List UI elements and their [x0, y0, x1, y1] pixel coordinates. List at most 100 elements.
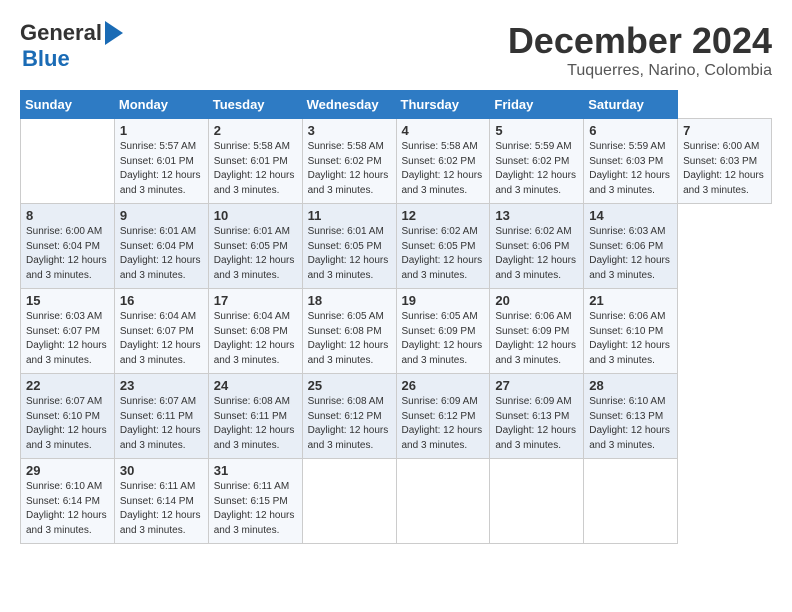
day-info: Sunrise: 6:10 AM Sunset: 6:13 PM Dayligh…: [589, 395, 672, 453]
calendar-cell: 9Sunrise: 6:01 AM Sunset: 6:04 PM Daylig…: [114, 204, 208, 289]
calendar-cell: 5 Sunrise: 5:59 AM Sunset: 6:02 PM Daylig…: [490, 119, 584, 204]
calendar-week-row: 15 Sunrise: 6:03 AM Sunset: 6:07 PM Dayli…: [21, 289, 772, 374]
day-number: 4: [402, 123, 485, 138]
day-number: 26: [402, 378, 485, 393]
location-title: Tuquerres, Narino, Colombia: [508, 62, 772, 80]
calendar-cell: 15 Sunrise: 6:03 AM Sunset: 6:07 PM Dayli…: [21, 289, 115, 374]
day-info: Sunrise: 6:04 AM Sunset: 6:07 PM Dayligh…: [120, 310, 203, 368]
calendar-cell: 23 Sunrise: 6:07 AM Sunset: 6:11 PM Dayli…: [114, 374, 208, 459]
day-number: 13: [495, 208, 578, 223]
day-number: 1: [120, 123, 203, 138]
calendar-cell: 7 Sunrise: 6:00 AM Sunset: 6:03 PM Daylig…: [678, 119, 772, 204]
day-info: Sunrise: 6:01 AM Sunset: 6:05 PM Dayligh…: [214, 225, 297, 283]
day-info: Sunrise: 6:05 AM Sunset: 6:09 PM Dayligh…: [402, 310, 485, 368]
calendar-cell: 1Sunrise: 5:57 AM Sunset: 6:01 PM Daylig…: [114, 119, 208, 204]
calendar-cell: 18Sunrise: 6:05 AM Sunset: 6:08 PM Dayli…: [302, 289, 396, 374]
day-number: 17: [214, 293, 297, 308]
day-info: Sunrise: 6:11 AM Sunset: 6:15 PM Dayligh…: [214, 480, 297, 538]
calendar-table: SundayMondayTuesdayWednesdayThursdayFrid…: [20, 90, 772, 544]
day-info: Sunrise: 6:06 AM Sunset: 6:10 PM Dayligh…: [589, 310, 672, 368]
calendar-cell: 11 Sunrise: 6:01 AM Sunset: 6:05 PM Dayli…: [302, 204, 396, 289]
calendar-cell: 21 Sunrise: 6:06 AM Sunset: 6:10 PM Dayli…: [584, 289, 678, 374]
day-number: 9: [120, 208, 203, 223]
day-info: Sunrise: 6:06 AM Sunset: 6:09 PM Dayligh…: [495, 310, 578, 368]
calendar-cell: 24 Sunrise: 6:08 AM Sunset: 6:11 PM Dayli…: [208, 374, 302, 459]
day-number: 16: [120, 293, 203, 308]
header-sunday: Sunday: [21, 91, 115, 119]
month-title: December 2024: [508, 20, 772, 62]
day-info: Sunrise: 5:59 AM Sunset: 6:03 PM Dayligh…: [589, 140, 672, 198]
day-number: 19: [402, 293, 485, 308]
day-number: 22: [26, 378, 109, 393]
header-monday: Monday: [114, 91, 208, 119]
header-thursday: Thursday: [396, 91, 490, 119]
day-number: 24: [214, 378, 297, 393]
day-number: 14: [589, 208, 672, 223]
day-info: Sunrise: 6:04 AM Sunset: 6:08 PM Dayligh…: [214, 310, 297, 368]
calendar-cell: 19 Sunrise: 6:05 AM Sunset: 6:09 PM Dayli…: [396, 289, 490, 374]
day-info: Sunrise: 6:01 AM Sunset: 6:05 PM Dayligh…: [308, 225, 391, 283]
calendar-cell: 27 Sunrise: 6:09 AM Sunset: 6:13 PM Dayli…: [490, 374, 584, 459]
logo: General Blue: [20, 20, 123, 72]
calendar-cell: 13 Sunrise: 6:02 AM Sunset: 6:06 PM Dayli…: [490, 204, 584, 289]
day-info: Sunrise: 6:09 AM Sunset: 6:13 PM Dayligh…: [495, 395, 578, 453]
header-tuesday: Tuesday: [208, 91, 302, 119]
day-info: Sunrise: 6:02 AM Sunset: 6:06 PM Dayligh…: [495, 225, 578, 283]
day-info: Sunrise: 6:05 AM Sunset: 6:08 PM Dayligh…: [308, 310, 391, 368]
day-info: Sunrise: 5:58 AM Sunset: 6:02 PM Dayligh…: [402, 140, 485, 198]
day-number: 11: [308, 208, 391, 223]
day-number: 12: [402, 208, 485, 223]
calendar-week-row: 1Sunrise: 5:57 AM Sunset: 6:01 PM Daylig…: [21, 119, 772, 204]
day-info: Sunrise: 6:00 AM Sunset: 6:03 PM Dayligh…: [683, 140, 766, 198]
day-number: 23: [120, 378, 203, 393]
day-number: 27: [495, 378, 578, 393]
day-info: Sunrise: 6:02 AM Sunset: 6:05 PM Dayligh…: [402, 225, 485, 283]
logo-arrow-icon: [105, 21, 123, 45]
day-number: 2: [214, 123, 297, 138]
logo-text-general: General: [20, 20, 102, 46]
day-info: Sunrise: 6:03 AM Sunset: 6:07 PM Dayligh…: [26, 310, 109, 368]
day-number: 20: [495, 293, 578, 308]
day-number: 10: [214, 208, 297, 223]
calendar-cell: [396, 459, 490, 544]
calendar-cell: 2 Sunrise: 5:58 AM Sunset: 6:01 PM Daylig…: [208, 119, 302, 204]
day-number: 15: [26, 293, 109, 308]
day-number: 31: [214, 463, 297, 478]
calendar-cell: [302, 459, 396, 544]
day-info: Sunrise: 6:08 AM Sunset: 6:11 PM Dayligh…: [214, 395, 297, 453]
day-info: Sunrise: 6:07 AM Sunset: 6:10 PM Dayligh…: [26, 395, 109, 453]
day-info: Sunrise: 6:03 AM Sunset: 6:06 PM Dayligh…: [589, 225, 672, 283]
calendar-cell: [490, 459, 584, 544]
calendar-cell: 26Sunrise: 6:09 AM Sunset: 6:12 PM Dayli…: [396, 374, 490, 459]
day-info: Sunrise: 5:59 AM Sunset: 6:02 PM Dayligh…: [495, 140, 578, 198]
day-info: Sunrise: 6:07 AM Sunset: 6:11 PM Dayligh…: [120, 395, 203, 453]
calendar-week-row: 8 Sunrise: 6:00 AM Sunset: 6:04 PM Daylig…: [21, 204, 772, 289]
day-info: Sunrise: 6:10 AM Sunset: 6:14 PM Dayligh…: [26, 480, 109, 538]
day-number: 21: [589, 293, 672, 308]
calendar-cell: 12 Sunrise: 6:02 AM Sunset: 6:05 PM Dayli…: [396, 204, 490, 289]
day-number: 3: [308, 123, 391, 138]
calendar-cell: 3 Sunrise: 5:58 AM Sunset: 6:02 PM Daylig…: [302, 119, 396, 204]
calendar-cell: [21, 119, 115, 204]
day-number: 5: [495, 123, 578, 138]
day-info: Sunrise: 5:58 AM Sunset: 6:01 PM Dayligh…: [214, 140, 297, 198]
day-number: 7: [683, 123, 766, 138]
day-number: 8: [26, 208, 109, 223]
calendar-cell: 16 Sunrise: 6:04 AM Sunset: 6:07 PM Dayli…: [114, 289, 208, 374]
day-info: Sunrise: 6:11 AM Sunset: 6:14 PM Dayligh…: [120, 480, 203, 538]
day-info: Sunrise: 6:00 AM Sunset: 6:04 PM Dayligh…: [26, 225, 109, 283]
calendar-cell: 30Sunrise: 6:11 AM Sunset: 6:14 PM Dayli…: [114, 459, 208, 544]
day-info: Sunrise: 6:08 AM Sunset: 6:12 PM Dayligh…: [308, 395, 391, 453]
calendar-cell: 25Sunrise: 6:08 AM Sunset: 6:12 PM Dayli…: [302, 374, 396, 459]
day-info: Sunrise: 5:58 AM Sunset: 6:02 PM Dayligh…: [308, 140, 391, 198]
page-header: General Blue December 2024 Tuquerres, Na…: [20, 20, 772, 80]
calendar-week-row: 22 Sunrise: 6:07 AM Sunset: 6:10 PM Dayli…: [21, 374, 772, 459]
day-number: 29: [26, 463, 109, 478]
calendar-header-row: SundayMondayTuesdayWednesdayThursdayFrid…: [21, 91, 772, 119]
calendar-week-row: 29 Sunrise: 6:10 AM Sunset: 6:14 PM Dayli…: [21, 459, 772, 544]
calendar-cell: 28Sunrise: 6:10 AM Sunset: 6:13 PM Dayli…: [584, 374, 678, 459]
calendar-cell: 6Sunrise: 5:59 AM Sunset: 6:03 PM Daylig…: [584, 119, 678, 204]
header-saturday: Saturday: [584, 91, 678, 119]
title-section: December 2024 Tuquerres, Narino, Colombi…: [508, 20, 772, 80]
logo-text-blue: Blue: [22, 46, 70, 71]
